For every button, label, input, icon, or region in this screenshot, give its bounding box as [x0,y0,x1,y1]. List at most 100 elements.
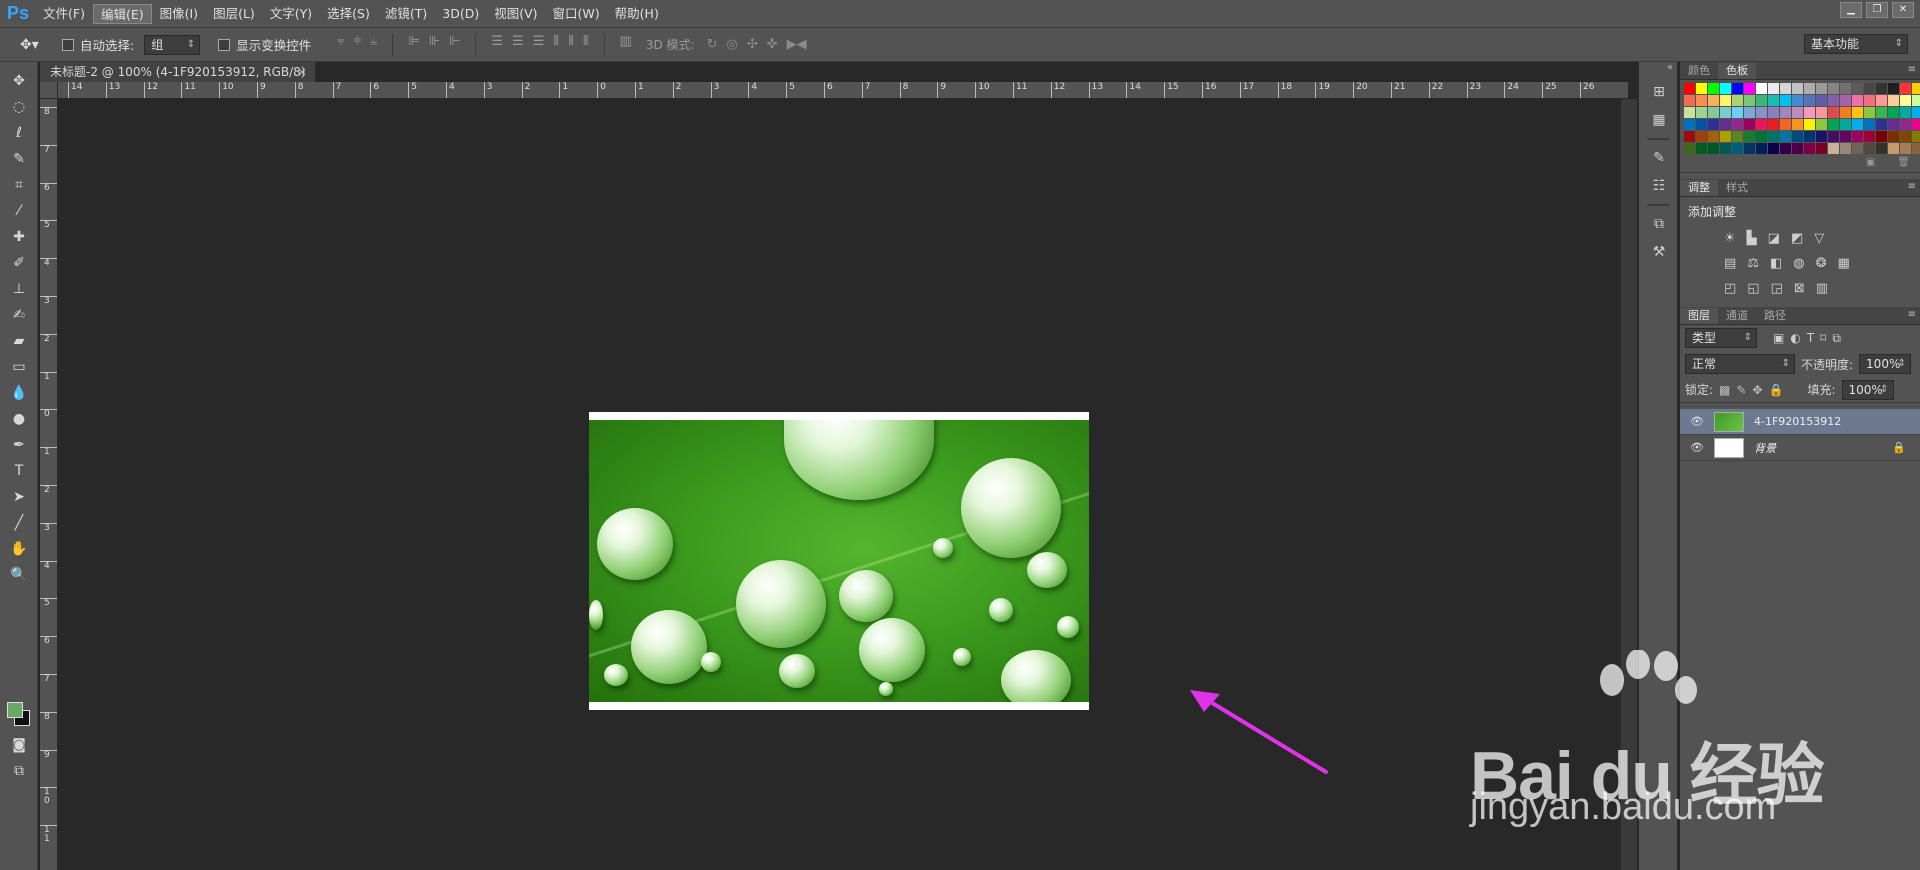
type-tool-icon[interactable]: T [0,458,38,484]
document-canvas[interactable] [589,412,1089,710]
distribute-right-icon[interactable]: ⦀ [583,34,589,56]
visibility-eye-icon[interactable]: 👁 [1690,441,1708,454]
color-swatch[interactable] [1696,83,1707,94]
show-transform-checkbox[interactable] [218,38,231,51]
color-swatch[interactable] [1684,95,1695,106]
properties-panel-icon[interactable]: ▦ [1639,106,1679,134]
menu-item[interactable]: 图层(L) [206,4,262,24]
blur-tool-icon[interactable]: 💧 [0,380,38,406]
color-swatch[interactable] [1756,131,1767,142]
menu-item[interactable]: 3D(D) [435,4,486,24]
color-swatch[interactable] [1768,131,1779,142]
color-swatch[interactable] [1912,131,1920,142]
align-right-icon[interactable]: ⊩ [449,34,460,56]
filter-type-icon[interactable]: T [1807,331,1814,345]
color-swatch[interactable] [1756,119,1767,130]
color-swatch[interactable] [1768,107,1779,118]
color-swatch[interactable] [1768,119,1779,130]
lock-all-icon[interactable]: 🔒 [1769,383,1784,397]
color-swatch[interactable] [1864,143,1875,154]
color-swatch[interactable] [1864,83,1875,94]
color-swatch[interactable] [1888,131,1899,142]
color-swatch[interactable] [1768,83,1779,94]
menu-item[interactable]: 选择(S) [320,4,377,24]
lasso-tool-icon[interactable]: ℓ [0,120,38,146]
3d-camera-icon[interactable]: ▶◀ [787,37,807,52]
color-swatch[interactable] [1780,131,1791,142]
filter-shape-icon[interactable]: ⌑ [1820,331,1826,345]
threshold-icon[interactable]: ◲ [1771,281,1783,296]
color-swatch[interactable] [1888,83,1899,94]
color-swatch[interactable] [1780,143,1791,154]
color-swatch[interactable] [1696,131,1707,142]
color-swatch[interactable] [1804,119,1815,130]
color-swatch[interactable] [1708,143,1719,154]
filter-adjust-icon[interactable]: ◐ [1790,331,1800,345]
color-swatch[interactable] [1888,95,1899,106]
color-swatch[interactable] [1828,95,1839,106]
color-swatch[interactable] [1744,95,1755,106]
exposure-icon[interactable]: ◩ [1791,231,1803,246]
align-left-icon[interactable]: ⊫ [408,34,419,56]
posterize-icon[interactable]: ◱ [1747,281,1759,296]
workspace-dropdown[interactable]: 基本功能 [1804,34,1908,54]
curves-icon[interactable]: ◪ [1768,231,1780,246]
menu-item[interactable]: 文字(Y) [263,4,319,24]
menu-item[interactable]: 窗口(W) [546,4,607,24]
brush-tool-icon[interactable]: ✐ [0,250,38,276]
3d-rotate-icon[interactable]: ↻ [707,37,718,52]
color-swatch[interactable] [1828,119,1839,130]
color-swatch[interactable] [1900,119,1911,130]
color-swatch[interactable] [1912,119,1920,130]
tab-channels[interactable]: 通道 [1718,308,1756,324]
photo-filter-icon[interactable]: ◍ [1793,256,1804,271]
color-balance-icon[interactable]: ⚖ [1747,256,1759,271]
adjust-panel-menu-icon[interactable]: ≡ [1908,181,1916,192]
menu-item[interactable]: 文件(F) [36,4,92,24]
color-swatch[interactable] [1852,119,1863,130]
tab-styles[interactable]: 样式 [1718,180,1756,196]
color-swatch[interactable] [1804,131,1815,142]
history-brush-tool-icon[interactable]: ✍ [0,302,38,328]
color-swatch[interactable] [1684,143,1695,154]
color-swatch[interactable] [1744,107,1755,118]
color-swatch[interactable] [1720,131,1731,142]
color-swatch[interactable] [1684,119,1695,130]
fill-input[interactable]: 100% [1841,379,1894,400]
color-swatch[interactable] [1792,95,1803,106]
layer-name[interactable]: 4-1F920153912 [1754,415,1841,428]
align-top-icon[interactable]: ⫧ [337,34,344,56]
color-swatch[interactable] [1696,107,1707,118]
color-swatch[interactable] [1780,119,1791,130]
gradient-map-icon[interactable]: ▥ [1816,281,1828,296]
distribute-top-icon[interactable]: ☰ [491,34,503,56]
color-swatch[interactable] [1900,107,1911,118]
color-swatch[interactable] [1780,95,1791,106]
color-swatch[interactable] [1828,131,1839,142]
color-swatch[interactable] [1888,119,1899,130]
color-swatch[interactable] [1864,95,1875,106]
horizontal-ruler[interactable]: 14 13 12 11 10 9 8 7 6 5 4 3 2 1 0 1 2 3 4 5 6 7 8 9 10 11 12 13 14 1… [58,82,1628,99]
panel-menu-icon[interactable]: ≡ [1908,64,1916,75]
color-swatch[interactable] [1804,107,1815,118]
color-swatch[interactable] [1816,143,1827,154]
opacity-input[interactable]: 100% [1859,354,1912,374]
color-swatch[interactable] [1732,143,1743,154]
color-swatch[interactable] [1912,143,1920,154]
distribute-left-icon[interactable]: ⦀ [553,34,559,56]
color-swatch[interactable] [1720,83,1731,94]
color-swatch[interactable] [1744,131,1755,142]
crop-tool-icon[interactable]: ⌗ [0,172,38,198]
color-swatch[interactable] [1840,83,1851,94]
color-swatch[interactable] [1816,95,1827,106]
color-swatch[interactable] [1852,107,1863,118]
color-swatch[interactable] [1744,119,1755,130]
color-swatch[interactable] [1792,143,1803,154]
color-swatch[interactable] [1888,107,1899,118]
layer-row-background[interactable]: 👁 背景 🔒 [1680,435,1920,461]
marquee-tool-icon[interactable]: ◌ [0,94,38,120]
color-swatch[interactable] [1828,143,1839,154]
distribute-bottom-icon[interactable]: ☰ [533,34,545,56]
color-swatch[interactable] [1804,95,1815,106]
dodge-tool-icon[interactable]: ● [0,406,38,432]
